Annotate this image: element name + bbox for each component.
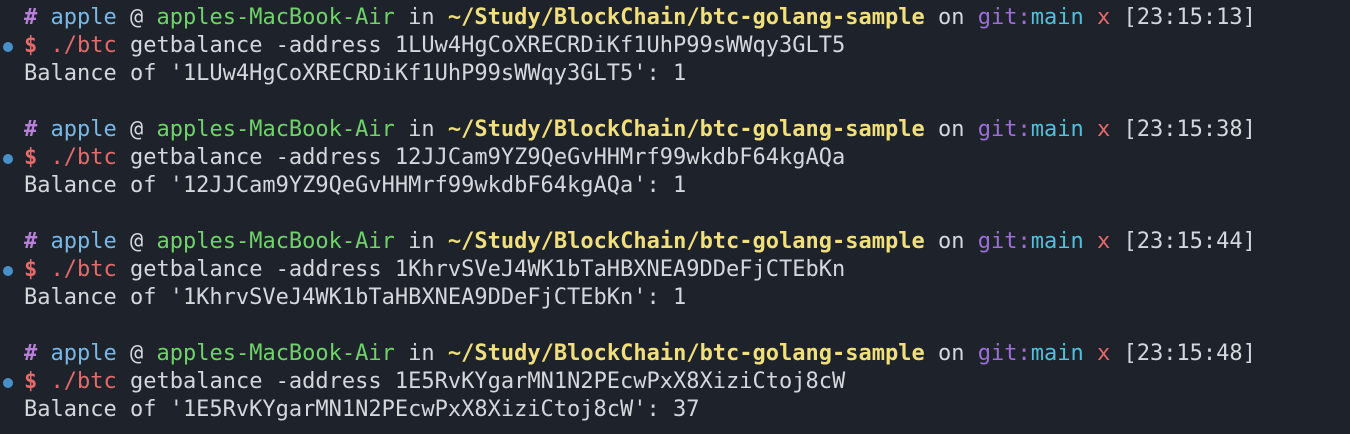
prompt-timestamp: [23:15:38] [1123,117,1256,142]
prompt-line: # apple @ apples-MacBook-Air in ~/Study/… [0,228,1256,256]
command-line: $ ./btc getbalance -address 12JJCam9YZ9Q… [0,144,845,172]
prompt-user: apple [50,5,117,30]
prompt-hash: # [24,117,38,142]
status-dot-icon [3,266,13,276]
prompt-timestamp: [23:15:13] [1123,5,1256,30]
prompt-line: # apple @ apples-MacBook-Air in ~/Study/… [0,4,1256,32]
prompt-at: @ [129,117,144,142]
command-output: Balance of '12JJCam9YZ9QeGvHHMrf99wkdbF6… [24,173,687,198]
prompt-on: on [937,117,965,142]
command-output: Balance of '1LUw4HgCoXRECRDiKf1UhP99sWWq… [24,61,687,86]
prompt-dollar: $ [24,257,38,282]
prompt-user: apple [50,117,117,142]
prompt-user: apple [50,229,117,254]
prompt-path: ~/Study/BlockChain/btc-golang-sample [447,117,925,142]
command-args: getbalance -address 1LUw4HgCoXRECRDiKf1U… [129,33,846,58]
prompt-branch: main [1030,229,1084,254]
command-name: ./btc [50,369,117,394]
command-line: $ ./btc getbalance -address 1LUw4HgCoXRE… [0,32,845,60]
prompt-in: in [408,5,435,30]
prompt-on: on [937,341,965,366]
prompt-git-label: git: [977,117,1031,142]
prompt-dirty-marker: x [1096,5,1111,30]
prompt-at: @ [129,5,144,30]
prompt-hash: # [24,5,38,30]
prompt-user: apple [50,341,117,366]
prompt-line: # apple @ apples-MacBook-Air in ~/Study/… [0,116,1256,144]
command-output: Balance of '1KhrvSVeJ4WK1bTaHBXNEA9DDeFj… [24,285,687,310]
command-name: ./btc [50,257,117,282]
prompt-branch: main [1030,117,1084,142]
prompt-timestamp: [23:15:44] [1123,229,1256,254]
command-output: Balance of '1E5RvKYgarMN1N2PEcwPxX8XiziC… [24,397,700,422]
prompt-host: apples-MacBook-Air [156,341,395,366]
prompt-git-label: git: [977,5,1031,30]
command-line: $ ./btc getbalance -address 1E5RvKYgarMN… [0,368,845,396]
prompt-dollar: $ [24,369,38,394]
prompt-path: ~/Study/BlockChain/btc-golang-sample [447,5,925,30]
command-name: ./btc [50,145,117,170]
prompt-dirty-marker: x [1096,229,1111,254]
prompt-dollar: $ [24,33,38,58]
prompt-hash: # [24,341,38,366]
prompt-dollar: $ [24,145,38,170]
status-dot-icon [3,378,13,388]
prompt-in: in [408,229,435,254]
prompt-path: ~/Study/BlockChain/btc-golang-sample [447,229,925,254]
prompt-dirty-marker: x [1096,117,1111,142]
prompt-git-label: git: [977,229,1031,254]
status-dot-icon [3,42,13,52]
command-line: $ ./btc getbalance -address 1KhrvSVeJ4WK… [0,256,845,284]
prompt-at: @ [129,341,144,366]
terminal-window[interactable]: # apple @ apples-MacBook-Air in ~/Study/… [0,0,1350,434]
prompt-in: in [408,117,435,142]
prompt-timestamp: [23:15:48] [1123,341,1256,366]
command-name: ./btc [50,33,117,58]
prompt-hash: # [24,229,38,254]
command-args: getbalance -address 12JJCam9YZ9QeGvHHMrf… [129,145,846,170]
prompt-host: apples-MacBook-Air [156,229,395,254]
command-args: getbalance -address 1KhrvSVeJ4WK1bTaHBXN… [129,257,846,282]
prompt-line: # apple @ apples-MacBook-Air in ~/Study/… [0,340,1256,368]
prompt-host: apples-MacBook-Air [156,5,395,30]
command-args: getbalance -address 1E5RvKYgarMN1N2PEcwP… [129,369,846,394]
prompt-on: on [937,5,965,30]
status-dot-icon [3,154,13,164]
prompt-branch: main [1030,5,1084,30]
prompt-host: apples-MacBook-Air [156,117,395,142]
prompt-path: ~/Study/BlockChain/btc-golang-sample [447,341,925,366]
prompt-git-label: git: [977,341,1031,366]
prompt-branch: main [1030,341,1084,366]
prompt-dirty-marker: x [1096,341,1111,366]
prompt-on: on [937,229,965,254]
prompt-in: in [408,341,435,366]
prompt-at: @ [129,229,144,254]
